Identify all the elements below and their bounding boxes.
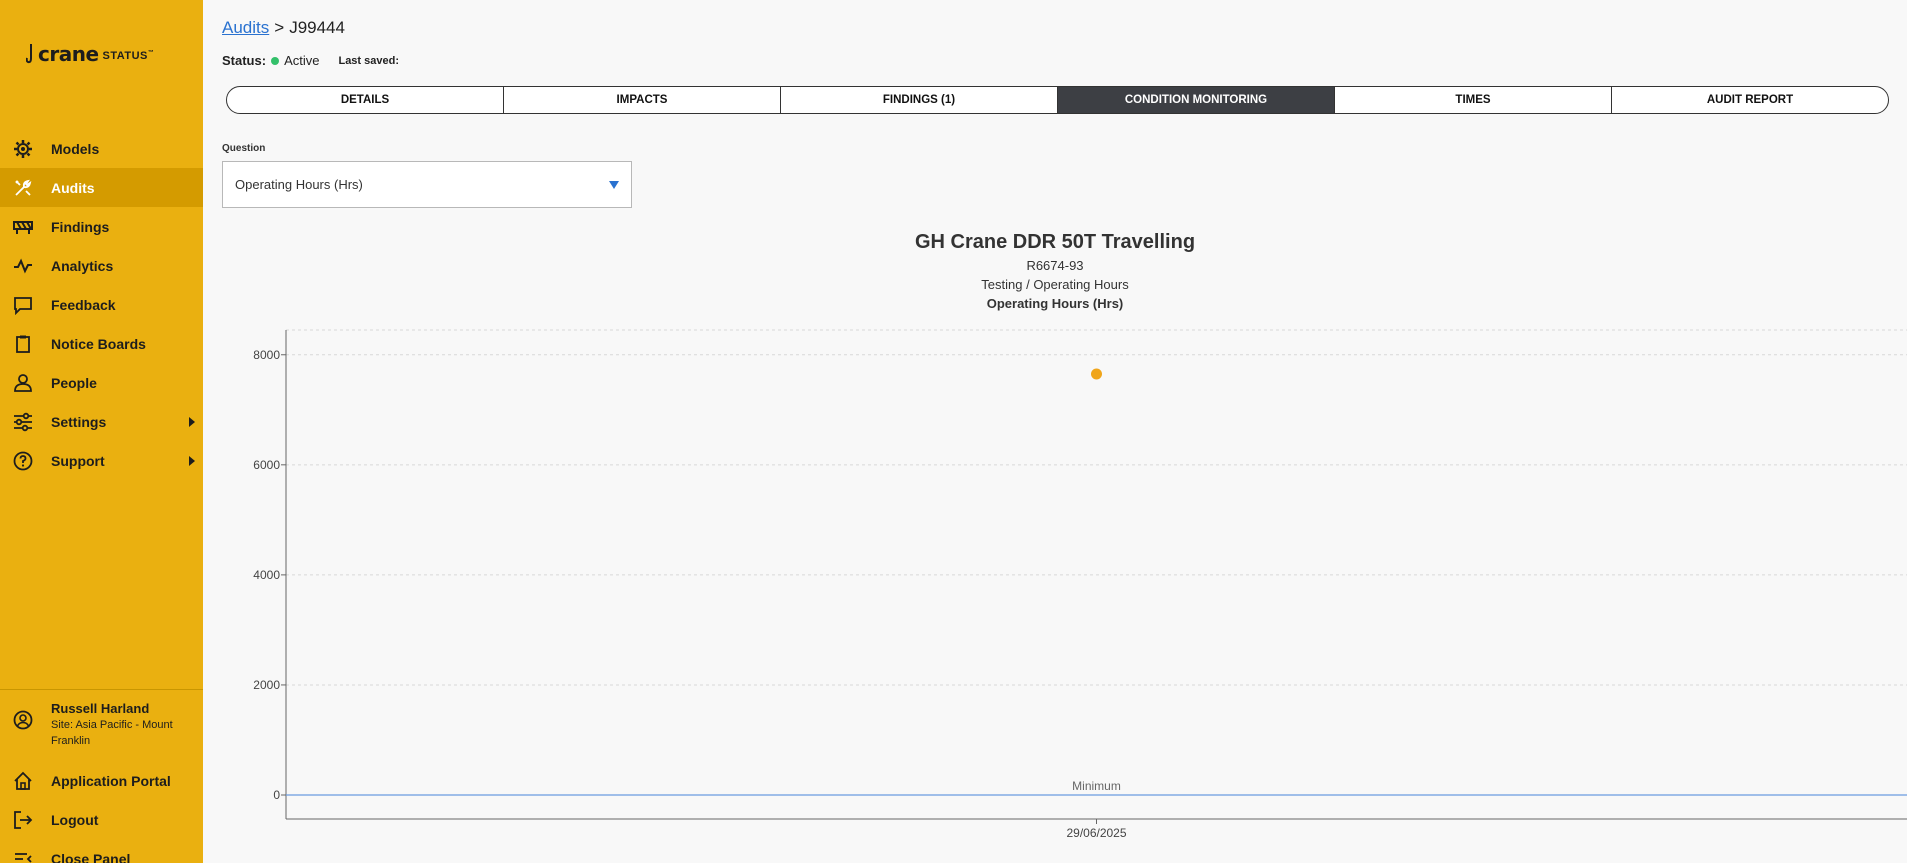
- status-dot-icon: [271, 56, 280, 65]
- tab-audit-report[interactable]: AUDIT REPORT: [1612, 87, 1888, 113]
- chart-category: Testing / Operating Hours: [981, 277, 1129, 292]
- tab-findings[interactable]: FINDINGS (1): [781, 87, 1058, 113]
- sidebar-item-notice-boards[interactable]: Notice Boards: [0, 324, 203, 363]
- sidebar-item-close-panel[interactable]: Close Panel: [0, 839, 203, 863]
- sidebar-item-label: Settings: [51, 413, 107, 430]
- breadcrumb: Audits > J99444: [222, 18, 345, 38]
- chart-measure: Operating Hours (Hrs): [986, 296, 1124, 311]
- status-line: Status: Active Last saved:: [222, 53, 399, 68]
- data-point: [1091, 368, 1102, 380]
- caret-down-icon: [609, 181, 619, 189]
- tab-details[interactable]: DETAILS: [227, 87, 504, 113]
- sidebar-item-label: Feedback: [51, 296, 116, 313]
- gear-icon: [12, 138, 34, 160]
- minimum-label: Minimum: [1072, 779, 1121, 793]
- hook-icon: [26, 44, 32, 64]
- logo-brand: crane: [38, 42, 99, 66]
- breadcrumb-link-audits[interactable]: Audits: [222, 18, 269, 37]
- sidebar-item-support[interactable]: Support: [0, 441, 203, 480]
- sidebar-item-settings[interactable]: Settings: [0, 402, 203, 441]
- sidebar-item-label: Logout: [51, 811, 99, 828]
- user-site: Site: Asia Pacific - Mount Franklin: [51, 719, 173, 747]
- sidebar-item-audits[interactable]: Audits: [0, 168, 203, 207]
- sidebar-item-label: Application Portal: [51, 772, 171, 789]
- sidebar-item-label: Analytics: [51, 257, 114, 274]
- tab-impacts[interactable]: IMPACTS: [504, 87, 781, 113]
- chart-subtitle: R6674-93: [1026, 258, 1084, 273]
- chevron-right-icon: [189, 456, 195, 466]
- sidebar: crane STATUS™ Models Audits Findings Ana…: [0, 0, 203, 863]
- x-tick-label: 29/06/2025: [1066, 826, 1126, 840]
- sidebar-item-logout[interactable]: Logout: [0, 800, 203, 839]
- user-circle-icon: [12, 709, 34, 731]
- y-tick-label: 8000: [253, 348, 280, 362]
- chart-header: GH Crane DDR 50T Travelling R6674-93 Tes…: [203, 229, 1907, 313]
- y-tick-label: 6000: [253, 458, 280, 472]
- chat-icon: [12, 294, 34, 316]
- question-label: Question: [222, 143, 266, 154]
- sidebar-item-application-portal[interactable]: Application Portal: [0, 761, 203, 800]
- condition-chart: 0 2000 4000 6000 8000 Minimum 29/06/2025: [253, 329, 1907, 840]
- status-label: Status:: [222, 53, 267, 68]
- user-name: Russell Harland: [51, 701, 150, 716]
- y-tick-label: 0: [273, 788, 280, 802]
- sidebar-item-label: People: [51, 374, 97, 391]
- sidebar-bottom-nav: Application Portal Logout Close Panel: [0, 761, 203, 863]
- help-icon: [12, 450, 34, 472]
- sliders-icon: [12, 411, 34, 433]
- sidebar-item-label: Support: [51, 452, 105, 469]
- home-icon: [12, 770, 34, 792]
- person-icon: [12, 372, 34, 394]
- tab-condition-monitoring[interactable]: CONDITION MONITORING: [1058, 87, 1335, 113]
- user-details: Russell Harland Site: Asia Pacific - Mou…: [51, 701, 186, 749]
- sidebar-nav: Models Audits Findings Analytics Feedbac…: [0, 129, 203, 480]
- tab-bar: DETAILS IMPACTS FINDINGS (1) CONDITION M…: [226, 86, 1889, 114]
- sidebar-item-feedback[interactable]: Feedback: [0, 285, 203, 324]
- logout-icon: [12, 809, 34, 831]
- last-saved-label: Last saved:: [338, 54, 399, 67]
- barrier-icon: [12, 216, 34, 238]
- sidebar-item-label: Models: [51, 140, 100, 157]
- question-select[interactable]: Operating Hours (Hrs): [222, 161, 632, 208]
- sidebar-item-label: Findings: [51, 218, 110, 235]
- sidebar-item-label: Notice Boards: [51, 335, 146, 352]
- breadcrumb-separator: >: [274, 18, 285, 37]
- sidebar-item-analytics[interactable]: Analytics: [0, 246, 203, 285]
- user-profile[interactable]: Russell Harland Site: Asia Pacific - Mou…: [12, 701, 186, 749]
- tab-times[interactable]: TIMES: [1335, 87, 1612, 113]
- sidebar-item-label: Close Panel: [51, 850, 131, 863]
- pulse-icon: [12, 255, 34, 277]
- breadcrumb-current: J99444: [289, 18, 345, 37]
- status-value: Active: [284, 53, 320, 68]
- sidebar-item-label: Audits: [51, 179, 95, 196]
- chevron-right-icon: [189, 417, 195, 427]
- collapse-icon: [12, 848, 34, 863]
- y-tick-label: 4000: [253, 568, 280, 582]
- sidebar-item-models[interactable]: Models: [0, 129, 203, 168]
- sidebar-item-findings[interactable]: Findings: [0, 207, 203, 246]
- clipboard-icon: [12, 333, 34, 355]
- crane-status-logo[interactable]: crane STATUS™: [26, 42, 154, 66]
- logo-suffix: STATUS™: [102, 49, 155, 62]
- sidebar-divider: [0, 689, 203, 690]
- y-tick-label: 2000: [253, 678, 280, 692]
- chart-title: GH Crane DDR 50T Travelling: [914, 231, 1196, 253]
- sidebar-item-people[interactable]: People: [0, 363, 203, 402]
- question-select-value: Operating Hours (Hrs): [235, 177, 363, 192]
- tools-icon: [12, 177, 34, 199]
